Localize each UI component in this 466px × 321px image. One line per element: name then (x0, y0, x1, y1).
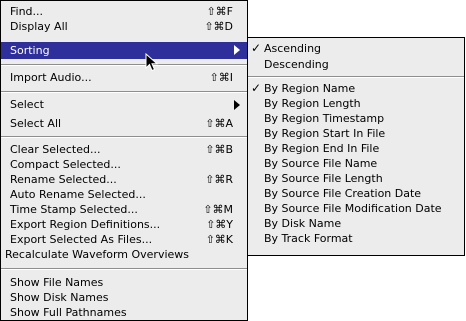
submenu-item-label: Ascending (264, 42, 322, 55)
menu-item-find[interactable]: Find... ⇧⌘F (1, 4, 247, 19)
submenu-item-by-region-length[interactable]: By Region Length (248, 96, 464, 111)
menu-item-label: Show Disk Names (10, 291, 109, 304)
menu-separator (1, 91, 247, 93)
menu-separator (1, 136, 247, 138)
menu-item-label: Import Audio... (10, 71, 92, 84)
menu-item-select-all[interactable]: Select All ⇧⌘A (1, 116, 247, 131)
submenu-arrow-icon (234, 100, 240, 110)
menu-item-display-all[interactable]: Display All ⇧⌘D (1, 19, 247, 34)
submenu-item-by-source-file-name[interactable]: By Source File Name (248, 156, 464, 171)
submenu-item-by-region-timestamp[interactable]: By Region Timestamp (248, 111, 464, 126)
menu-item-clear-selected[interactable]: Clear Selected... ⇧⌘B (1, 142, 247, 157)
menu-item-label: Auto Rename Selected... (10, 188, 146, 201)
submenu-item-by-disk-name[interactable]: By Disk Name (248, 216, 464, 231)
submenu-item-label: Descending (264, 58, 329, 71)
menu-item-rename-selected[interactable]: Rename Selected... ⇧⌘R (1, 172, 247, 187)
menu-item-export-selected-as-files[interactable]: Export Selected As Files... ⇧⌘K (1, 232, 247, 247)
menu-separator (1, 268, 247, 270)
submenu-item-label: By Region End In File (264, 142, 380, 155)
menu-item-shortcut: ⇧⌘D (204, 20, 233, 33)
menu-item-shortcut: ⇧⌘R (205, 173, 233, 186)
menu-item-label: Show File Names (10, 276, 104, 289)
menu-item-shortcut: ⇧⌘F (206, 5, 233, 18)
checkmark-icon: ✓ (251, 41, 262, 55)
menu-item-label: Sorting (10, 44, 50, 57)
menu-item-label: Time Stamp Selected... (10, 203, 138, 216)
menu-item-label: Display All (10, 20, 68, 33)
submenu-item-by-source-file-modification-date[interactable]: By Source File Modification Date (248, 201, 464, 216)
menu-item-shortcut: ⇧⌘I (209, 71, 233, 84)
submenu-item-descending[interactable]: Descending (248, 57, 464, 72)
checkmark-icon: ✓ (251, 81, 262, 95)
menu-item-show-disk-names[interactable]: Show Disk Names (1, 290, 247, 305)
menu-item-label: Export Region Definitions... (10, 218, 161, 231)
submenu-item-label: By Track Format (264, 232, 353, 245)
submenu-item-label: By Region Name (264, 82, 356, 95)
sorting-submenu: ✓ Ascending Descending ✓ By Region Name … (247, 37, 465, 256)
menu-item-label: Select (10, 98, 44, 111)
submenu-item-label: By Source File Creation Date (264, 187, 422, 200)
menu-item-label: Recalculate Waveform Overviews (5, 248, 190, 261)
menu-item-label: Select All (10, 117, 62, 130)
menu-item-shortcut: ⇧⌘Y (206, 218, 233, 231)
menu-item-auto-rename-selected[interactable]: Auto Rename Selected... (1, 187, 247, 202)
menu-item-export-region-definitions[interactable]: Export Region Definitions... ⇧⌘Y (1, 217, 247, 232)
menu-item-label: Show Full Pathnames (10, 306, 127, 319)
submenu-item-ascending[interactable]: ✓ Ascending (248, 41, 464, 56)
submenu-item-label: By Region Timestamp (264, 112, 385, 125)
menu-separator (248, 76, 464, 78)
menu-item-shortcut: ⇧⌘B (205, 143, 233, 156)
mouse-pointer-icon (145, 53, 159, 72)
submenu-item-by-track-format[interactable]: By Track Format (248, 231, 464, 246)
submenu-item-by-source-file-creation-date[interactable]: By Source File Creation Date (248, 186, 464, 201)
submenu-item-by-region-start-in-file[interactable]: By Region Start In File (248, 126, 464, 141)
submenu-item-label: By Source File Modification Date (264, 202, 442, 215)
menu-item-time-stamp-selected[interactable]: Time Stamp Selected... ⇧⌘M (1, 202, 247, 217)
menu-item-label: Rename Selected... (10, 173, 117, 186)
menu-item-show-file-names[interactable]: Show File Names (1, 275, 247, 290)
menu-item-label: Clear Selected... (10, 143, 101, 156)
submenu-item-by-source-file-length[interactable]: By Source File Length (248, 171, 464, 186)
menu-item-select[interactable]: Select (1, 97, 247, 112)
region-list-menu: Find... ⇧⌘F Display All ⇧⌘D Sorting Impo… (0, 0, 248, 321)
menu-item-label: Compact Selected... (10, 158, 121, 171)
menu-separator (1, 64, 247, 66)
menu-item-import-audio[interactable]: Import Audio... ⇧⌘I (1, 70, 247, 85)
submenu-item-by-region-end-in-file[interactable]: By Region End In File (248, 141, 464, 156)
menu-item-label: Export Selected As Files... (10, 233, 153, 246)
submenu-item-label: By Region Length (264, 97, 361, 110)
menu-item-show-full-pathnames[interactable]: Show Full Pathnames (1, 305, 247, 320)
menu-item-shortcut: ⇧⌘K (205, 233, 233, 246)
submenu-item-label: By Region Start In File (264, 127, 386, 140)
menu-item-label: Find... (10, 5, 44, 18)
menu-item-shortcut: ⇧⌘A (205, 117, 233, 130)
submenu-arrow-icon (234, 45, 240, 55)
menu-item-recalculate-waveform-overviews[interactable]: Recalculate Waveform Overviews (1, 247, 247, 262)
submenu-item-label: By Source File Length (264, 172, 383, 185)
submenu-item-label: By Disk Name (264, 217, 342, 230)
menu-item-shortcut: ⇧⌘M (203, 203, 233, 216)
menu-item-sorting[interactable]: Sorting (1, 42, 247, 59)
submenu-item-label: By Source File Name (264, 157, 378, 170)
menu-item-compact-selected[interactable]: Compact Selected... (1, 157, 247, 172)
submenu-item-by-region-name[interactable]: ✓ By Region Name (248, 81, 464, 96)
